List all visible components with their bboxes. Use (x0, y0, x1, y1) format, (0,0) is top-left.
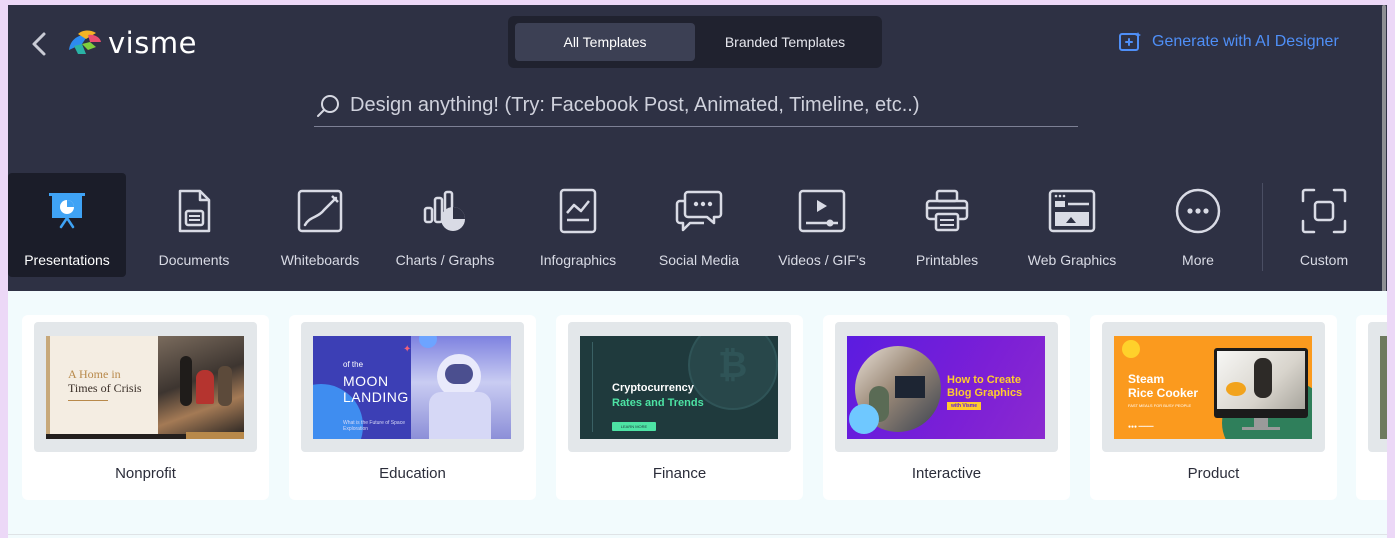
category-videos-gifs[interactable]: Videos / GIF’s (770, 173, 874, 277)
ai-sparkle-icon (1119, 32, 1141, 51)
category-label: Printables (915, 252, 979, 268)
video-icon (797, 183, 847, 239)
template-thumbnail: How to Create Blog Graphics with Visme (835, 322, 1058, 452)
interactive-slide-preview: How to Create Blog Graphics with Visme (847, 336, 1045, 439)
template-name: Finance (652, 465, 707, 482)
web-graphic-icon (1047, 183, 1097, 239)
category-label: Videos / GIF’s (778, 252, 866, 268)
category-label: Documents (158, 252, 230, 268)
brand-name: visme (108, 26, 197, 60)
template-thumbnail: A Home in Times of Crisis (34, 322, 257, 452)
category-bar: Presentations Documents Whiteboards Char… (8, 173, 1387, 277)
slide-tag: with Visme (947, 402, 982, 410)
category-label: Infographics (539, 252, 617, 268)
generate-ai-designer-button[interactable]: Generate with AI Designer (1118, 31, 1339, 53)
slide-subtitle: LANDING (343, 389, 409, 405)
presentation-icon (45, 183, 89, 239)
category-custom[interactable]: Custom (1274, 173, 1374, 277)
category-charts-graphs[interactable]: Charts / Graphs (388, 173, 502, 277)
template-gallery: A Home in Times of Crisis Nonprofit of t… (8, 291, 1387, 538)
template-card-partial[interactable] (1356, 315, 1387, 500)
back-button[interactable] (30, 31, 50, 57)
search-bar[interactable] (314, 85, 1078, 127)
category-printables[interactable]: Printables (897, 173, 997, 277)
tab-branded-templates[interactable]: Branded Templates (695, 23, 875, 61)
finance-slide-preview: ₿ Cryptocurrency Rates and Trends LEARN … (580, 336, 778, 439)
category-more[interactable]: More (1148, 173, 1248, 277)
family-photo (158, 336, 244, 434)
template-card-interactive[interactable]: How to Create Blog Graphics with Visme I… (823, 315, 1070, 500)
template-type-switch: All Templates Branded Templates (508, 16, 882, 68)
category-infographics[interactable]: Infographics (528, 173, 628, 277)
slide-title: A Home in (68, 367, 121, 381)
template-card-product[interactable]: Steam Rice Cooker FAST MEALS FOR BUSY PE… (1090, 315, 1337, 500)
infographic-icon (558, 183, 598, 239)
template-card-finance[interactable]: ₿ Cryptocurrency Rates and Trends LEARN … (556, 315, 803, 500)
category-documents[interactable]: Documents (144, 173, 244, 277)
visme-logo[interactable]: visme (66, 25, 197, 61)
template-thumbnail (1368, 322, 1387, 452)
template-thumbnail: ₿ Cryptocurrency Rates and Trends LEARN … (568, 322, 791, 452)
visme-logo-icon (69, 30, 101, 54)
template-name: Nonprofit (115, 465, 176, 482)
more-icon (1174, 183, 1222, 239)
slide-caption: FAST MEALS FOR BUSY PEOPLE (1128, 403, 1192, 408)
template-browser: visme All Templates Branded Templates Ge… (8, 5, 1387, 538)
slide-button: LEARN MORE (612, 422, 656, 431)
category-social-media[interactable]: Social Media (648, 173, 750, 277)
scrollbar[interactable] (1381, 5, 1387, 295)
category-label: Social Media (658, 252, 740, 268)
category-label: Custom (1299, 252, 1349, 268)
template-name: Product (1187, 465, 1240, 482)
slide-subtitle: Rice Cooker (1128, 386, 1199, 400)
category-label: Web Graphics (1027, 252, 1117, 268)
nonprofit-slide-preview: A Home in Times of Crisis (46, 336, 244, 439)
generate-ai-designer-label: Generate with AI Designer (1152, 33, 1339, 50)
chevron-left-icon (32, 32, 46, 56)
slide-title: MOON (343, 373, 389, 389)
education-slide-preview: of the MOON LANDING What is the Future o… (313, 336, 511, 439)
template-name: Interactive (911, 465, 982, 482)
tab-all-templates[interactable]: All Templates (515, 23, 695, 61)
template-name: Education (379, 465, 446, 482)
chat-bubble-icon (674, 183, 724, 239)
slide-caption: What is the Future of Space Exploration (343, 420, 405, 432)
slide-title: Steam (1128, 372, 1165, 386)
slide-subtitle: Rates and Trends (612, 397, 704, 409)
dots-icon: ●●● ━━━━━ (1128, 424, 1154, 430)
template-card-education[interactable]: of the MOON LANDING What is the Future o… (289, 315, 536, 500)
rocket-icon: ✦ (403, 344, 412, 355)
slide-title: Cryptocurrency (612, 382, 694, 394)
category-whiteboards[interactable]: Whiteboards (270, 173, 370, 277)
whiteboard-icon (296, 183, 344, 239)
slide-small-text: of the (343, 360, 364, 369)
template-card-nonprofit[interactable]: A Home in Times of Crisis Nonprofit (22, 315, 269, 500)
printer-icon (924, 183, 970, 239)
header: visme All Templates Branded Templates Ge… (8, 5, 1387, 291)
search-input[interactable] (350, 94, 1050, 117)
category-web-graphics[interactable]: Web Graphics (1021, 173, 1123, 277)
chart-icon (422, 183, 468, 239)
monitor-photo (1214, 348, 1308, 418)
slide-subtitle: Times of Crisis (68, 381, 142, 395)
section-divider (8, 534, 1387, 535)
template-thumbnail: Steam Rice Cooker FAST MEALS FOR BUSY PE… (1102, 322, 1325, 452)
slide-title: How to Create (947, 374, 1021, 386)
category-presentations[interactable]: Presentations (8, 173, 126, 277)
scrollbar-thumb[interactable] (1382, 5, 1386, 295)
category-label: Presentations (24, 252, 110, 268)
product-slide-preview: Steam Rice Cooker FAST MEALS FOR BUSY PE… (1114, 336, 1312, 439)
category-label: Whiteboards (280, 252, 360, 268)
template-thumbnail: of the MOON LANDING What is the Future o… (301, 322, 524, 452)
astronaut-photo (411, 336, 511, 439)
category-label: Charts / Graphs (395, 252, 495, 268)
category-divider (1262, 183, 1263, 271)
search-icon (317, 94, 339, 117)
custom-size-icon (1300, 183, 1348, 239)
category-label: More (1182, 252, 1214, 268)
bitcoin-icon: ₿ (718, 344, 748, 385)
document-icon (174, 183, 214, 239)
slide-subtitle: Blog Graphics (947, 387, 1023, 399)
